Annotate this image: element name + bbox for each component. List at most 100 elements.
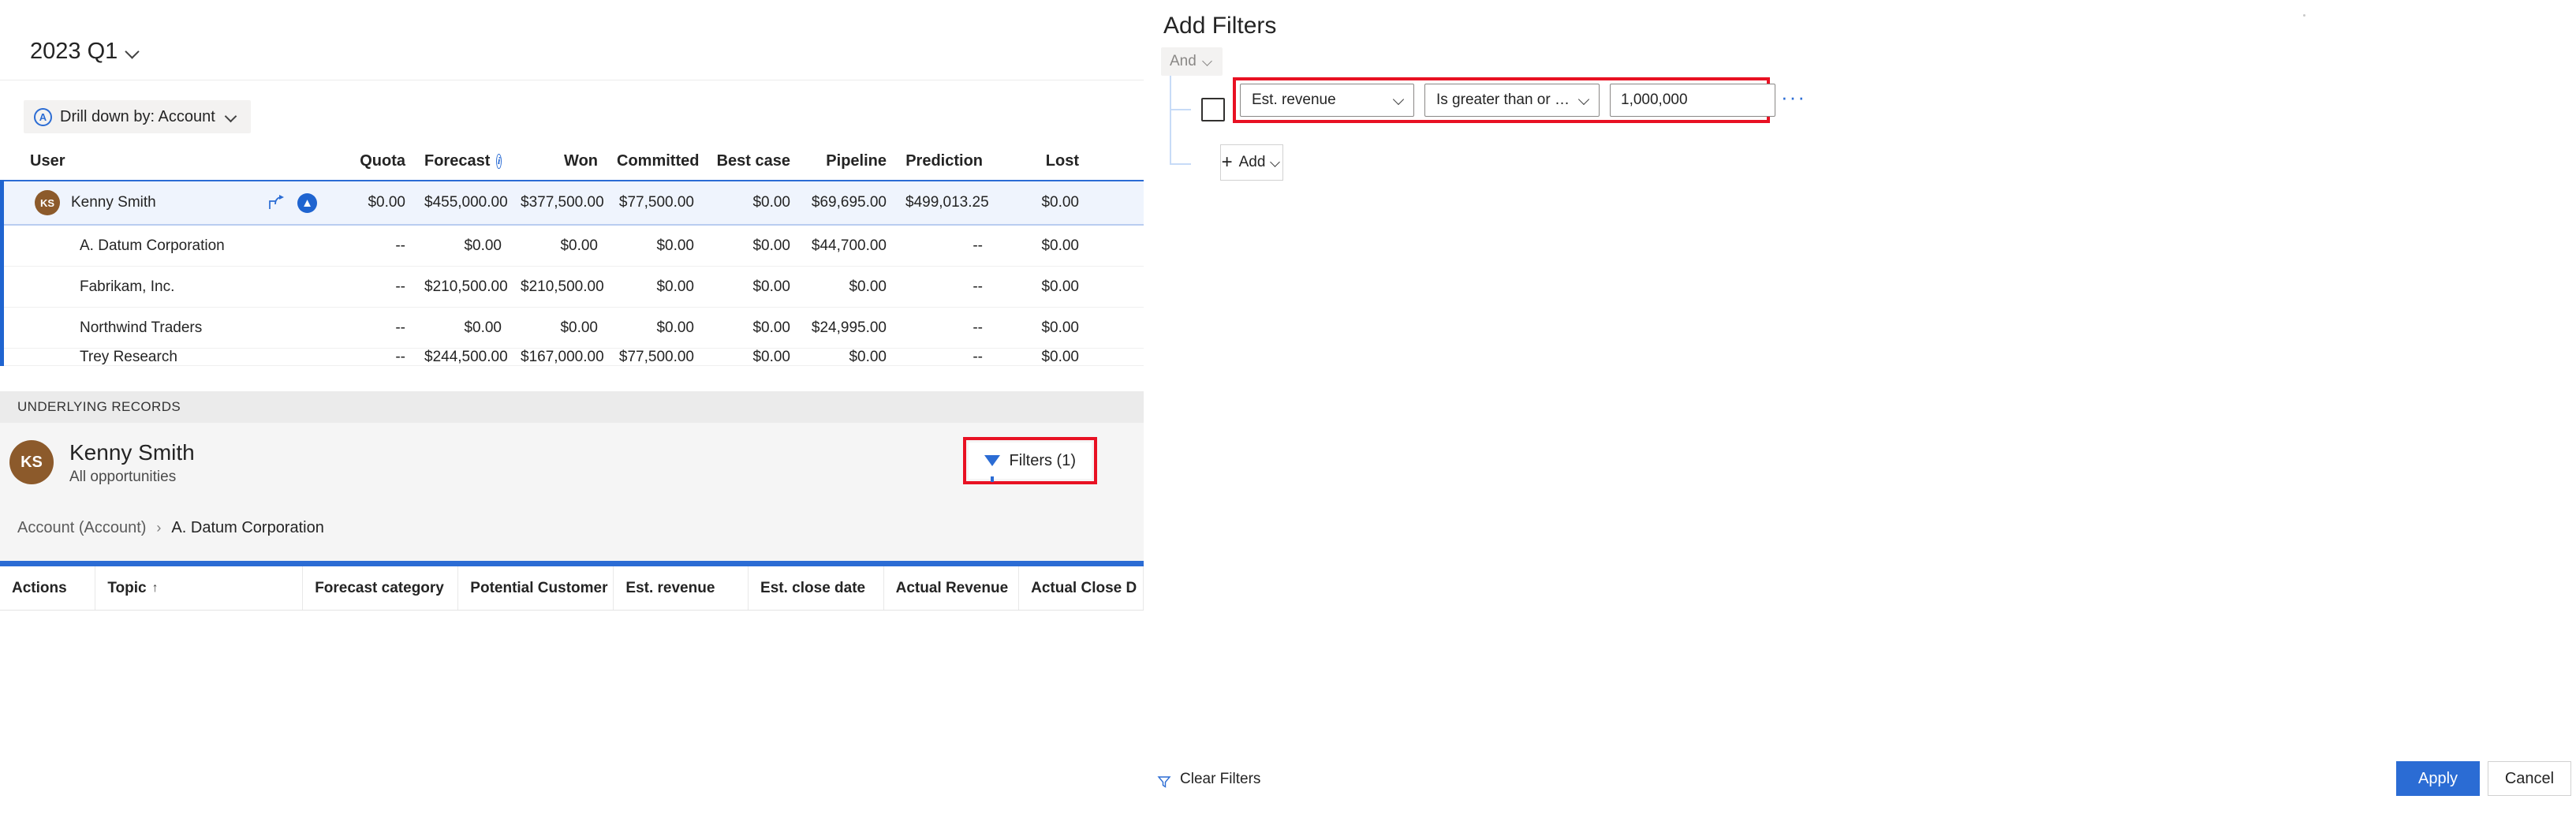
drill-down-label: Drill down by: Account (60, 108, 215, 126)
cell-lost: $0.00 (1002, 349, 1098, 366)
row-account-name: Fabrikam, Inc. (80, 278, 174, 296)
cell-forecast: $210,500.00 (424, 278, 521, 296)
period-bar: 2023 Q1 (0, 43, 1144, 80)
tree-connector-horizontal (1170, 109, 1191, 110)
clear-filter-icon (1157, 775, 1171, 785)
breadcrumb: Account (Account) › A. Datum Corporation (17, 519, 324, 537)
column-header-forecast-label: Forecast (424, 152, 490, 170)
account-icon: A (34, 108, 52, 126)
breadcrumb-separator-icon: › (156, 520, 161, 536)
period-selector[interactable]: 2023 Q1 (30, 39, 140, 65)
cell-quota: -- (328, 349, 424, 366)
underlying-records-label: UNDERLYING RECORDS (0, 391, 1144, 423)
row-action-group: ▲ (267, 193, 328, 213)
chevron-down-icon (1394, 95, 1406, 106)
column-header-lost[interactable]: Lost (1002, 152, 1098, 170)
column-header-actual-revenue[interactable]: Actual Revenue (884, 566, 1020, 610)
cell-pipeline: $0.00 (809, 349, 905, 366)
chevron-down-icon (126, 45, 140, 58)
table-row[interactable]: Trey Research -- $244,500.00 $167,000.00… (4, 349, 1144, 366)
row-account-name: A. Datum Corporation (80, 237, 225, 255)
filters-button[interactable]: Filters (1) (969, 443, 1092, 479)
drill-down-button[interactable]: A Drill down by: Account (24, 100, 251, 133)
cell-forecast: $244,500.00 (424, 349, 521, 366)
row-user-cell: KS Kenny Smith ▲ (30, 190, 328, 215)
cancel-button[interactable]: Cancel (2488, 761, 2571, 796)
cell-committed: $77,500.00 (617, 349, 713, 366)
cell-won: $0.00 (521, 237, 617, 255)
table-row[interactable]: A. Datum Corporation -- $0.00 $0.00 $0.0… (4, 226, 1144, 267)
row-user-cell: Fabrikam, Inc. (30, 278, 328, 296)
cell-prediction: -- (905, 349, 1002, 366)
cell-won: $210,500.00 (521, 278, 617, 296)
filters-button-highlight: Filters (1) (963, 437, 1097, 484)
filter-condition-row: Est. revenue Is greater than or equal ..… (1240, 84, 1775, 117)
filter-row-checkbox[interactable] (1201, 98, 1225, 121)
underlying-records-header: KS Kenny Smith All opportunities Filters… (0, 423, 1144, 506)
share-icon[interactable] (267, 194, 286, 211)
column-header-est-close-date[interactable]: Est. close date (749, 566, 884, 610)
add-filter-button[interactable]: + Add (1220, 144, 1283, 181)
row-user-cell: Trey Research (30, 349, 328, 366)
filter-value-input[interactable] (1610, 84, 1775, 117)
forecast-grid-body: KS Kenny Smith ▲ (0, 180, 1144, 366)
cell-quota: -- (328, 237, 424, 255)
plus-icon: + (1222, 153, 1233, 172)
column-header-committed[interactable]: Committed (617, 152, 713, 170)
forecast-grid: User Quota Forecast i Won Committed Best… (0, 142, 1144, 366)
records-table-header: Actions Topic ↑ Forecast category Potent… (0, 566, 1144, 611)
column-header-prediction[interactable]: Prediction (905, 152, 1002, 170)
info-icon[interactable]: i (496, 154, 502, 169)
cell-prediction: -- (905, 319, 1002, 337)
chevron-down-icon (1204, 57, 1214, 67)
column-header-est-revenue[interactable]: Est. revenue (614, 566, 749, 610)
add-filters-panel: Add Filters And Est. revenue Is greater … (1144, 0, 2576, 818)
table-row[interactable]: Fabrikam, Inc. -- $210,500.00 $210,500.0… (4, 267, 1144, 308)
clear-filters-label: Clear Filters (1180, 771, 1260, 788)
trend-up-icon[interactable]: ▲ (297, 193, 317, 213)
cell-won: $167,000.00 (521, 349, 617, 366)
column-header-quota[interactable]: Quota (328, 152, 424, 170)
filter-field-dropdown[interactable]: Est. revenue (1240, 84, 1414, 117)
column-header-won[interactable]: Won (521, 152, 617, 170)
app-screen: 2023 Q1 A Drill down by: Account User Qu… (0, 0, 2576, 818)
cell-best-case: $0.00 (713, 237, 809, 255)
column-header-potential-customer[interactable]: Potential Customer (458, 566, 614, 610)
table-row[interactable]: KS Kenny Smith ▲ (4, 180, 1144, 226)
column-header-topic[interactable]: Topic ↑ (95, 566, 303, 610)
row-user-cell: A. Datum Corporation (30, 237, 328, 255)
breadcrumb-current: A. Datum Corporation (171, 519, 323, 537)
column-header-pipeline[interactable]: Pipeline (809, 152, 905, 170)
row-account-name: Trey Research (80, 349, 177, 366)
decorative-dot (2303, 14, 2305, 17)
cell-lost: $0.00 (1002, 278, 1098, 296)
column-header-best-case[interactable]: Best case (713, 152, 809, 170)
page-title: Add Filters (1163, 13, 1276, 39)
forecast-grid-header: User Quota Forecast i Won Committed Best… (0, 142, 1144, 180)
cell-lost: $0.00 (1002, 194, 1098, 211)
filter-operator-dropdown[interactable]: Is greater than or equal ... (1424, 84, 1600, 117)
column-header-forecast[interactable]: Forecast i (424, 152, 521, 170)
column-header-forecast-category[interactable]: Forecast category (303, 566, 458, 610)
tree-connector-vertical (1170, 76, 1171, 165)
breadcrumb-root[interactable]: Account (Account) (17, 519, 146, 537)
logic-operator-label: And (1170, 53, 1197, 70)
filter-icon (984, 455, 1000, 466)
column-header-user[interactable]: User (30, 152, 328, 170)
logic-operator-dropdown[interactable]: And (1161, 47, 1223, 76)
cell-committed: $0.00 (617, 237, 713, 255)
column-header-actual-close-date[interactable]: Actual Close D (1019, 566, 1144, 610)
cell-prediction: -- (905, 237, 1002, 255)
cell-pipeline: $24,995.00 (809, 319, 905, 337)
cell-best-case: $0.00 (713, 278, 809, 296)
cell-lost: $0.00 (1002, 237, 1098, 255)
owner-subtitle: All opportunities (69, 469, 176, 486)
owner-name: Kenny Smith (69, 440, 195, 465)
clear-filters-button[interactable]: Clear Filters (1157, 771, 1260, 788)
column-header-actions[interactable]: Actions (0, 566, 95, 610)
records-table: Actions Topic ↑ Forecast category Potent… (0, 561, 1144, 818)
cell-forecast: $0.00 (424, 319, 521, 337)
apply-button[interactable]: Apply (2396, 761, 2480, 796)
filter-row-more-icon[interactable]: ··· (1781, 87, 1806, 107)
table-row[interactable]: Northwind Traders -- $0.00 $0.00 $0.00 $… (4, 308, 1144, 349)
